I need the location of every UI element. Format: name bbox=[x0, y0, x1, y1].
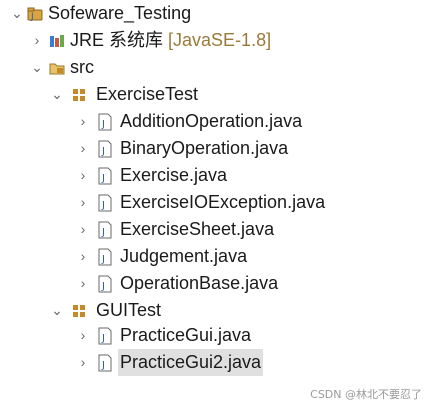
package-node[interactable]: ⌄ GUITest bbox=[0, 297, 432, 324]
file-name: OperationBase.java bbox=[120, 273, 279, 293]
java-file-item[interactable]: › J ExerciseIOException.java bbox=[0, 189, 432, 216]
java-file-item[interactable]: › J OperationBase.java bbox=[0, 270, 432, 297]
svg-text:J: J bbox=[101, 146, 105, 157]
svg-text:J: J bbox=[101, 360, 105, 371]
java-file-item-selected[interactable]: › J PracticeGui2.java bbox=[0, 349, 432, 376]
svg-text:J: J bbox=[101, 333, 105, 344]
expand-arrow-icon[interactable]: › bbox=[76, 108, 90, 135]
collapse-arrow-icon[interactable]: ⌄ bbox=[10, 0, 24, 27]
java-project-icon: J bbox=[27, 7, 43, 22]
package-name: GUITest bbox=[96, 300, 162, 320]
src-folder-name: src bbox=[70, 57, 94, 77]
project-name: Sofeware_Testing bbox=[48, 3, 192, 23]
expand-arrow-icon[interactable]: › bbox=[76, 162, 90, 189]
source-folder-icon bbox=[49, 63, 65, 75]
file-name: Exercise.java bbox=[120, 165, 228, 185]
expand-arrow-icon[interactable]: › bbox=[76, 135, 90, 162]
src-folder-node[interactable]: ⌄ src bbox=[0, 54, 432, 81]
file-name: BinaryOperation.java bbox=[120, 138, 289, 158]
svg-text:J: J bbox=[101, 281, 105, 292]
project-node[interactable]: ⌄ J Sofeware_Testing bbox=[0, 0, 432, 27]
library-icon bbox=[50, 35, 64, 47]
java-file-item[interactable]: › J BinaryOperation.java bbox=[0, 135, 432, 162]
java-file-item[interactable]: › J ExerciseSheet.java bbox=[0, 216, 432, 243]
watermark-text: CSDN @林北不要忍了 bbox=[310, 388, 422, 401]
package-name: ExerciseTest bbox=[96, 84, 199, 104]
java-file-item[interactable]: › J Judgement.java bbox=[0, 243, 432, 270]
svg-text:J: J bbox=[101, 200, 105, 211]
package-node[interactable]: ⌄ ExerciseTest bbox=[0, 81, 432, 108]
java-file-icon: J bbox=[98, 275, 112, 293]
svg-text:J: J bbox=[101, 119, 105, 130]
collapse-arrow-icon[interactable]: ⌄ bbox=[30, 54, 44, 81]
collapse-arrow-icon[interactable]: ⌄ bbox=[50, 297, 64, 324]
expand-arrow-icon[interactable]: › bbox=[76, 349, 90, 376]
java-file-icon: J bbox=[98, 113, 112, 131]
expand-arrow-icon[interactable]: › bbox=[76, 322, 90, 349]
java-file-icon: J bbox=[98, 140, 112, 158]
file-name: ExerciseIOException.java bbox=[120, 192, 326, 212]
file-name: PracticeGui.java bbox=[120, 325, 252, 345]
library-name: JRE 系统库 bbox=[70, 30, 164, 50]
expand-arrow-icon[interactable]: › bbox=[76, 270, 90, 297]
package-icon bbox=[73, 89, 85, 101]
svg-text:J: J bbox=[101, 173, 105, 184]
java-file-icon: J bbox=[98, 248, 112, 266]
file-name: Judgement.java bbox=[120, 246, 248, 266]
expand-arrow-icon[interactable]: › bbox=[76, 216, 90, 243]
java-file-item[interactable]: › J PracticeGui.java bbox=[0, 322, 432, 349]
svg-text:J: J bbox=[101, 254, 105, 265]
java-file-item[interactable]: › J AdditionOperation.java bbox=[0, 108, 432, 135]
file-name: PracticeGui2.java bbox=[118, 349, 264, 376]
collapse-arrow-icon[interactable]: ⌄ bbox=[50, 81, 64, 108]
java-file-icon: J bbox=[98, 327, 112, 345]
library-decoration: [JavaSE-1.8] bbox=[168, 30, 272, 50]
expand-arrow-icon[interactable]: › bbox=[76, 243, 90, 270]
java-file-icon: J bbox=[98, 194, 112, 212]
svg-text:J: J bbox=[30, 12, 34, 22]
java-file-icon: J bbox=[98, 167, 112, 185]
java-file-icon: J bbox=[98, 221, 112, 239]
file-name: AdditionOperation.java bbox=[120, 111, 303, 131]
java-file-item[interactable]: › J Exercise.java bbox=[0, 162, 432, 189]
svg-text:J: J bbox=[101, 227, 105, 238]
file-name: ExerciseSheet.java bbox=[120, 219, 275, 239]
jre-library-node[interactable]: › JRE 系统库 [JavaSE-1.8] bbox=[0, 27, 432, 54]
expand-arrow-icon[interactable]: › bbox=[30, 27, 44, 54]
java-file-icon: J bbox=[98, 354, 112, 372]
expand-arrow-icon[interactable]: › bbox=[76, 189, 90, 216]
package-icon bbox=[73, 305, 85, 317]
